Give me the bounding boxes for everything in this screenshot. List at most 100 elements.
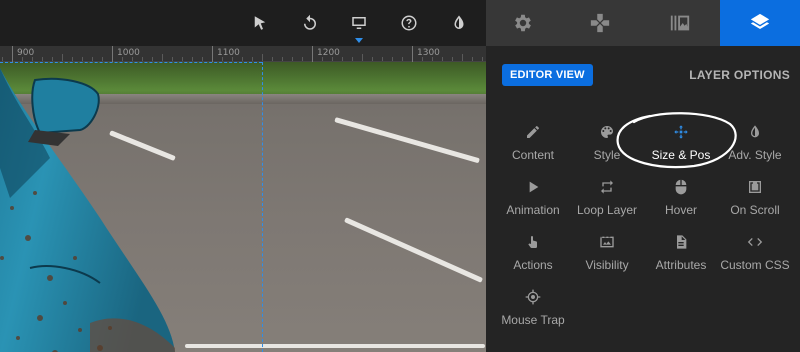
ruler-minor-tick: [72, 57, 73, 61]
ruler-minor-tick: [382, 57, 383, 61]
ruler-minor-tick: [332, 57, 333, 61]
desktop-view-button[interactable]: [347, 11, 371, 35]
option-size-and-pos[interactable]: Size & Pos: [642, 124, 720, 172]
ruler-minor-tick: [2, 57, 3, 61]
monitor-icon: [352, 17, 366, 29]
contrast-drop-icon: [751, 125, 759, 138]
panel-tabs: [486, 0, 800, 46]
ruler-minor-tick: [42, 57, 43, 61]
option-label: Content: [511, 148, 555, 162]
code-icon: [747, 238, 763, 246]
ruler-minor-tick: [352, 57, 353, 61]
option-adv-style[interactable]: Adv. Style: [716, 124, 794, 172]
undo-button[interactable]: [298, 11, 322, 35]
background-photo-layer[interactable]: [0, 62, 486, 352]
ruler-minor-tick: [402, 57, 403, 61]
ruler-minor-tick: [432, 57, 433, 61]
selection-guide-right: [262, 62, 263, 352]
option-label: Mouse Trap: [501, 313, 565, 327]
gear-icon: [515, 14, 531, 32]
option-style[interactable]: Style: [568, 124, 646, 172]
ruler-minor-tick: [302, 57, 303, 61]
car-image: [0, 68, 175, 352]
contrast-button[interactable]: [447, 11, 471, 35]
ruler-minor-tick: [92, 57, 93, 61]
ruler-minor-tick: [462, 54, 463, 61]
option-custom-css[interactable]: Custom CSS: [716, 234, 794, 282]
ruler-minor-tick: [222, 57, 223, 61]
ruler-minor-tick: [262, 54, 263, 61]
contrast-drop-icon: [454, 15, 464, 29]
editor-view-button[interactable]: EDITOR VIEW: [502, 64, 593, 86]
tab-navigation[interactable]: [560, 0, 640, 46]
parking-line: [343, 217, 484, 283]
help-button[interactable]: [397, 11, 421, 35]
option-animation[interactable]: Animation: [494, 179, 572, 227]
ruler-minor-tick: [232, 57, 233, 61]
mouse-icon: [675, 179, 687, 195]
layer-options-title: LAYER OPTIONS: [689, 68, 790, 82]
ruler-minor-tick: [372, 57, 373, 61]
crosshair-icon: [525, 289, 541, 305]
help-circle-icon: [401, 15, 417, 31]
ruler-minor-tick: [202, 57, 203, 61]
ruler-minor-tick: [422, 57, 423, 61]
ruler-minor-tick: [22, 57, 23, 61]
tab-settings[interactable]: [486, 0, 560, 46]
ruler-label: 1300: [417, 48, 440, 58]
option-label: On Scroll: [730, 203, 780, 217]
scroll-download-icon: [749, 181, 761, 193]
ruler-label: 1100: [217, 48, 240, 58]
horizontal-ruler: 900 1000 1100 1200 1300: [0, 46, 486, 62]
option-label: Size & Pos: [651, 148, 711, 162]
editor-canvas[interactable]: 900 1000 1100 1200 1300: [0, 0, 486, 352]
play-icon: [529, 181, 539, 193]
option-attributes[interactable]: Attributes: [642, 234, 720, 282]
option-visibility[interactable]: Visibility: [568, 234, 646, 282]
ruler-minor-tick: [322, 57, 323, 61]
option-on-scroll[interactable]: On Scroll: [716, 179, 794, 227]
ruler-minor-tick: [62, 54, 63, 61]
tab-media-library[interactable]: [640, 0, 720, 46]
option-label: Adv. Style: [728, 148, 782, 162]
option-label: Animation: [506, 203, 560, 217]
document-icon: [677, 235, 687, 249]
option-label: Hover: [664, 203, 697, 217]
option-actions[interactable]: Actions: [494, 234, 572, 282]
option-label: Style: [593, 148, 621, 162]
option-loop-layer[interactable]: Loop Layer: [568, 179, 646, 227]
ruler-minor-tick: [182, 57, 183, 61]
option-label: Loop Layer: [576, 203, 638, 217]
ruler-minor-tick: [32, 57, 33, 61]
active-tool-marker: [355, 38, 363, 43]
ruler-minor-tick: [162, 54, 163, 61]
ruler-minor-tick: [252, 57, 253, 61]
ruler-minor-tick: [172, 57, 173, 61]
option-label: Actions: [513, 258, 553, 272]
ruler-minor-tick: [282, 57, 283, 61]
move-arrows-icon: [674, 125, 688, 139]
loop-icon: [601, 180, 613, 194]
option-label: Attributes: [655, 258, 707, 272]
parking-line: [334, 117, 480, 164]
ruler-minor-tick: [52, 57, 53, 61]
ruler-minor-tick: [452, 57, 453, 61]
ruler-minor-tick: [392, 57, 393, 61]
visibility-icon: [600, 236, 614, 248]
option-label: Visibility: [585, 258, 629, 272]
gamepad-icon: [590, 13, 610, 33]
option-mouse-trap[interactable]: Mouse Trap: [494, 289, 572, 337]
parking-line: [185, 344, 485, 348]
pencil-icon: [527, 126, 539, 138]
ruler-minor-tick: [152, 57, 153, 61]
ruler-minor-tick: [362, 54, 363, 61]
option-content[interactable]: Content: [494, 124, 572, 172]
top-toolbar: [0, 0, 486, 46]
ruler-minor-tick: [102, 57, 103, 61]
ruler-minor-tick: [442, 57, 443, 61]
tab-layers[interactable]: [720, 0, 800, 46]
cursor-arrow-icon: [254, 16, 266, 30]
ruler-minor-tick: [82, 57, 83, 61]
select-tool-button[interactable]: [248, 11, 272, 35]
option-hover[interactable]: Hover: [642, 179, 720, 227]
